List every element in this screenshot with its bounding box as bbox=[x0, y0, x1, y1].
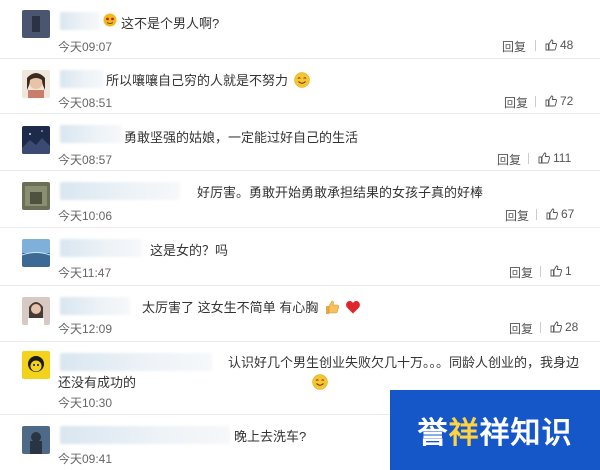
separator bbox=[540, 265, 541, 277]
like-count: 67 bbox=[561, 207, 575, 221]
avatar[interactable] bbox=[22, 70, 50, 98]
like-count: 28 bbox=[565, 320, 579, 334]
comment-time: 今天12:09 bbox=[58, 322, 113, 336]
watermark-char-2: 祥 bbox=[448, 416, 480, 451]
heart-emoji-icon bbox=[345, 299, 361, 320]
comment-text: 这不是个男人啊? bbox=[121, 16, 220, 31]
comment-time: 今天08:57 bbox=[58, 153, 113, 167]
separator bbox=[528, 152, 529, 164]
separator bbox=[536, 208, 537, 220]
comment-time: 今天10:06 bbox=[58, 209, 113, 223]
reply-button[interactable]: 回复 bbox=[509, 320, 533, 337]
avatar[interactable] bbox=[22, 10, 50, 38]
like-button[interactable]: 1 bbox=[540, 264, 572, 278]
username-blurred[interactable] bbox=[60, 239, 142, 257]
watermark-logo: 誉祥祥知识 bbox=[390, 390, 600, 470]
reply-button[interactable]: 回复 bbox=[505, 207, 529, 224]
avatar[interactable] bbox=[22, 239, 50, 267]
separator bbox=[535, 39, 536, 51]
username-blurred[interactable] bbox=[60, 182, 180, 200]
comment-text: 晚上去洗车? bbox=[234, 429, 307, 444]
like-count: 72 bbox=[560, 94, 574, 108]
comment-item: 好厉害。勇敢开始勇敢承担结果的女孩子真的好棒 今天10:06 回复 67 bbox=[0, 170, 600, 228]
thumbs-up-icon bbox=[550, 265, 562, 277]
thumbs-up-icon bbox=[545, 95, 557, 107]
comment-time: 今天09:07 bbox=[58, 40, 113, 54]
avatar[interactable] bbox=[22, 297, 50, 325]
comment-time: 今天11:47 bbox=[58, 266, 112, 280]
like-button[interactable]: 28 bbox=[540, 320, 578, 334]
smile-emoji-icon bbox=[293, 72, 310, 93]
thumbs-up-emoji-icon bbox=[324, 299, 340, 320]
avatar[interactable] bbox=[22, 351, 50, 379]
comment-item: 太厉害了 这女生不简单 有心胸 今天12:09 回复 28 bbox=[0, 285, 600, 342]
avatar[interactable] bbox=[22, 126, 50, 154]
comment-text: 太厉害了 这女生不简单 有心胸 bbox=[142, 299, 361, 320]
comment-item: 勇敢坚强的姑娘，一定能过好自己的生活 今天08:57 回复 111 bbox=[0, 113, 600, 171]
username-blurred[interactable] bbox=[60, 426, 230, 444]
thumbs-up-icon bbox=[538, 152, 550, 164]
comment-text: 这是女的？吗 bbox=[150, 243, 229, 258]
reply-button[interactable]: 回复 bbox=[509, 264, 533, 281]
avatar[interactable] bbox=[22, 182, 50, 210]
comment-time: 今天08:51 bbox=[58, 96, 113, 110]
like-count: 48 bbox=[560, 38, 574, 52]
comment-time: 今天09:41 bbox=[58, 452, 113, 466]
like-count: 111 bbox=[553, 151, 572, 165]
comment-text: 勇敢坚强的姑娘，一定能过好自己的生活 bbox=[124, 130, 359, 145]
comment-item: 所以嚷嚷自己穷的人就是不努力 今天08:51 回复 72 bbox=[0, 58, 600, 114]
comment-item: 这不是个男人啊? 今天09:07 回复 48 bbox=[0, 0, 600, 59]
reply-button[interactable]: 回复 bbox=[502, 38, 526, 55]
username-blurred[interactable] bbox=[60, 297, 130, 315]
username-blurred[interactable] bbox=[60, 70, 104, 88]
reply-button[interactable]: 回复 bbox=[504, 94, 528, 111]
like-button[interactable]: 48 bbox=[535, 38, 573, 52]
watermark-text: 祥知识 bbox=[479, 416, 573, 451]
emoji-icon bbox=[103, 13, 117, 32]
comment-time: 今天10:30 bbox=[58, 396, 113, 410]
like-button[interactable]: 67 bbox=[536, 207, 574, 221]
separator bbox=[535, 95, 536, 107]
like-button[interactable]: 111 bbox=[528, 151, 571, 165]
like-button[interactable]: 72 bbox=[535, 94, 573, 108]
comment-item: 这是女的？吗 今天11:47 回复 1 bbox=[0, 227, 600, 286]
comment-text: 好厉害。勇敢开始勇敢承担结果的女孩子真的好棒 bbox=[197, 185, 484, 200]
thumbs-up-icon bbox=[550, 321, 562, 333]
thumbs-up-icon bbox=[545, 39, 557, 51]
smile-emoji-icon bbox=[142, 374, 328, 396]
separator bbox=[540, 321, 541, 333]
avatar[interactable] bbox=[22, 426, 50, 454]
thumbs-up-icon bbox=[546, 208, 558, 220]
reply-button[interactable]: 回复 bbox=[497, 151, 521, 168]
like-count: 1 bbox=[565, 264, 572, 278]
comment-text: 所以嚷嚷自己穷的人就是不努力 bbox=[106, 72, 310, 93]
username-blurred[interactable] bbox=[60, 12, 100, 30]
watermark-char-1: 誉 bbox=[417, 416, 449, 451]
username-blurred[interactable] bbox=[60, 125, 122, 143]
